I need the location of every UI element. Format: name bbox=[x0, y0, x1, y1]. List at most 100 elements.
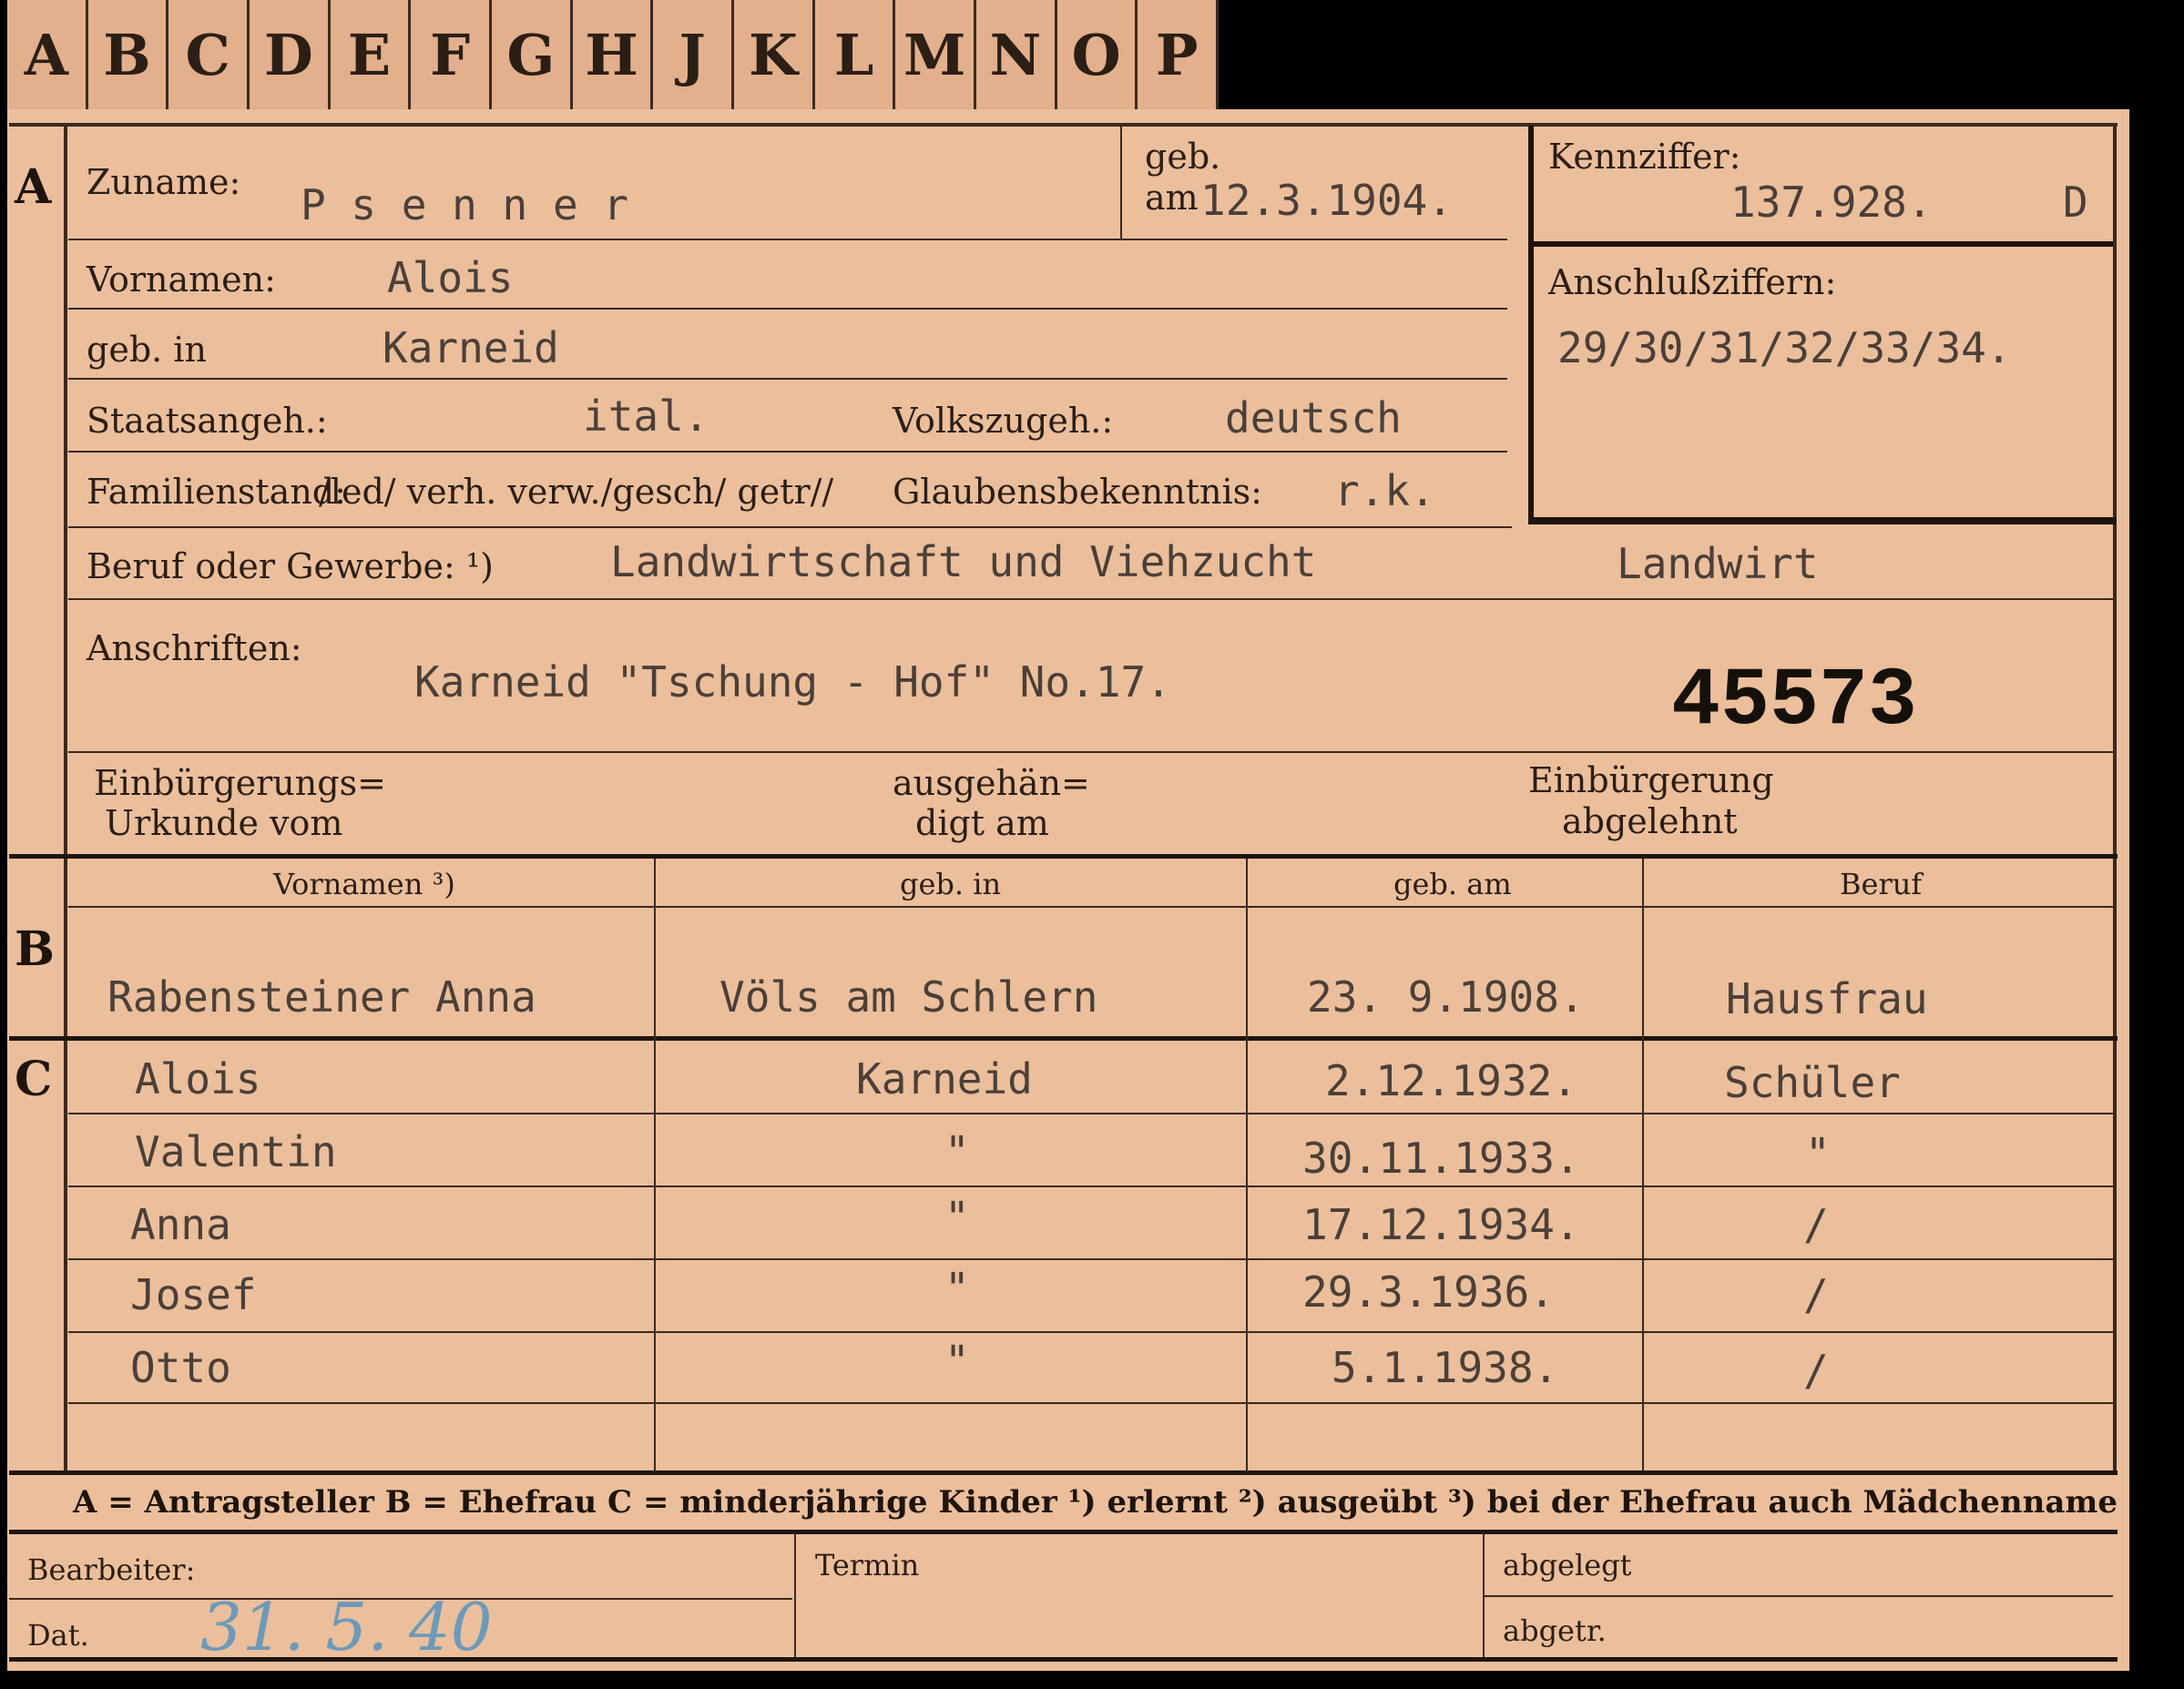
beruf-value-1: Landwirtschaft und Viehzucht bbox=[610, 537, 1317, 586]
divider bbox=[68, 526, 1512, 528]
divider bbox=[1120, 126, 1122, 239]
divider bbox=[68, 598, 2113, 600]
spouse-header-gebam: geb. am bbox=[1393, 867, 1512, 901]
divider bbox=[68, 1113, 2113, 1114]
spouse-birthplace: Völs am Schlern bbox=[719, 972, 1098, 1022]
child-birthplace: " bbox=[944, 1193, 970, 1242]
divider bbox=[68, 1402, 2113, 1404]
stamp-number: 45573 bbox=[1671, 656, 1918, 748]
dat-label: Dat. bbox=[27, 1618, 89, 1653]
child-name: Anna bbox=[130, 1200, 231, 1249]
tab-letter: O bbox=[1057, 0, 1138, 109]
tab-letter: N bbox=[976, 0, 1057, 109]
spouse-header-gebin: geb. in bbox=[900, 867, 1002, 901]
divider bbox=[68, 1185, 2113, 1187]
tab-letter: M bbox=[895, 0, 977, 109]
kennziffer-label: Kennziffer: bbox=[1548, 137, 1741, 177]
child-birthdate: 2.12.1932. bbox=[1325, 1056, 1577, 1105]
gebin-value: Karneid bbox=[383, 323, 559, 372]
volks-label: Volkszugeh.: bbox=[893, 401, 1114, 441]
divider bbox=[1530, 241, 2113, 247]
anschluss-value: 29/30/31/32/33/34. bbox=[1557, 323, 2012, 372]
column-rule bbox=[1642, 859, 1644, 1473]
spouse-name: Rabensteiner Anna bbox=[107, 972, 536, 1022]
child-birthplace: Karneid bbox=[856, 1054, 1033, 1104]
surname-label: Zuname: bbox=[87, 162, 241, 202]
child-occupation: / bbox=[1803, 1200, 1829, 1249]
anschluss-label: Anschlußziffern: bbox=[1548, 262, 1837, 302]
child-name: Otto bbox=[130, 1343, 231, 1392]
abgelegt-label: abgelegt bbox=[1503, 1548, 1632, 1582]
column-rule bbox=[794, 1532, 796, 1660]
beruf-label: Beruf oder Gewerbe: ¹) bbox=[87, 546, 494, 586]
glauben-label: Glaubensbekenntnis: bbox=[893, 472, 1262, 512]
anschrift-value: Karneid "Tschung - Hof" No.17. bbox=[414, 657, 1171, 707]
bottom-rule bbox=[9, 1657, 2118, 1662]
spouse-header-vornamen: Vornamen ³) bbox=[273, 867, 455, 901]
bearbeiter-label: Bearbeiter: bbox=[27, 1552, 196, 1587]
anschrift-label: Anschriften: bbox=[87, 628, 302, 668]
staats-label: Staatsangeh.: bbox=[87, 401, 328, 441]
geb-label: geb. bbox=[1145, 137, 1221, 177]
gebin-label: geb. in bbox=[87, 330, 207, 370]
child-birthplace: " bbox=[944, 1264, 970, 1313]
section-a-marker: A bbox=[15, 159, 52, 215]
divider bbox=[68, 451, 1507, 453]
ausg-label-2: digt am bbox=[915, 803, 1049, 843]
familien-label: Familienstand: bbox=[87, 472, 346, 512]
einb-label-2: Urkunde vom bbox=[105, 803, 343, 843]
child-occupation: / bbox=[1803, 1270, 1829, 1319]
child-birthplace: " bbox=[944, 1337, 970, 1386]
section-b-marker: B bbox=[15, 921, 55, 977]
tab-letter: H bbox=[573, 0, 654, 109]
child-birthdate: 5.1.1938. bbox=[1332, 1343, 1559, 1392]
abgetr-label: abgetr. bbox=[1503, 1613, 1607, 1648]
staats-value: ital. bbox=[583, 392, 709, 441]
tab-letter: J bbox=[653, 0, 735, 109]
section-divider bbox=[9, 854, 2118, 859]
child-birthdate: 17.12.1934. bbox=[1302, 1200, 1580, 1249]
index-tab-strip: A B C D E F G H J K L M N O P bbox=[7, 0, 1220, 109]
ausg-label-1: ausgehän= bbox=[893, 763, 1090, 803]
surname-value: P s e n n e r bbox=[301, 180, 629, 229]
am-label: am bbox=[1145, 178, 1199, 218]
tab-letter: E bbox=[331, 0, 412, 109]
child-occupation: / bbox=[1803, 1346, 1829, 1395]
section-c-marker: C bbox=[15, 1052, 53, 1107]
vornamen-value: Alois bbox=[387, 253, 514, 302]
tab-letter: A bbox=[7, 0, 88, 109]
tab-letter: B bbox=[88, 0, 169, 109]
divider bbox=[1485, 1595, 2113, 1597]
child-occupation: Schüler bbox=[1724, 1058, 1901, 1107]
section-divider bbox=[9, 1470, 2118, 1475]
divider bbox=[68, 751, 2113, 753]
spouse-header-beruf: Beruf bbox=[1840, 867, 1923, 901]
tab-letter: G bbox=[492, 0, 573, 109]
tab-letter: C bbox=[168, 0, 250, 109]
kennziffer-value: 137.928. bbox=[1730, 178, 1933, 227]
child-name: Alois bbox=[135, 1054, 261, 1104]
child-occupation: " bbox=[1805, 1129, 1831, 1178]
volks-value: deutsch bbox=[1225, 393, 1402, 443]
abgelehnt-2: abgelehnt bbox=[1562, 801, 1738, 841]
left-margin-rule bbox=[64, 123, 67, 1470]
termin-label: Termin bbox=[815, 1548, 920, 1582]
beruf-value-2: Landwirt bbox=[1617, 539, 1819, 588]
kennziffer-suffix: D bbox=[2063, 178, 2088, 227]
abgelehnt-1: Einbürgerung bbox=[1528, 760, 1774, 800]
section-divider bbox=[9, 1036, 2118, 1041]
tab-letter: K bbox=[734, 0, 815, 109]
divider bbox=[68, 308, 1507, 310]
tab-letter: F bbox=[411, 0, 493, 109]
child-birthdate: 29.3.1936. bbox=[1302, 1267, 1555, 1317]
einb-label-1: Einbürgerungs= bbox=[94, 763, 386, 803]
birth-date: 12.3.1904. bbox=[1200, 176, 1453, 225]
child-name: Josef bbox=[130, 1270, 257, 1319]
child-birthdate: 30.11.1933. bbox=[1302, 1134, 1580, 1183]
legend: A = Antragsteller B = Ehefrau C = minder… bbox=[73, 1484, 2118, 1521]
spouse-occupation: Hausfrau bbox=[1726, 974, 1928, 1023]
child-name: Valentin bbox=[135, 1127, 337, 1176]
glauben-value: r.k. bbox=[1334, 466, 1435, 515]
vornamen-label: Vornamen: bbox=[87, 259, 276, 300]
tab-letter: D bbox=[250, 0, 331, 109]
